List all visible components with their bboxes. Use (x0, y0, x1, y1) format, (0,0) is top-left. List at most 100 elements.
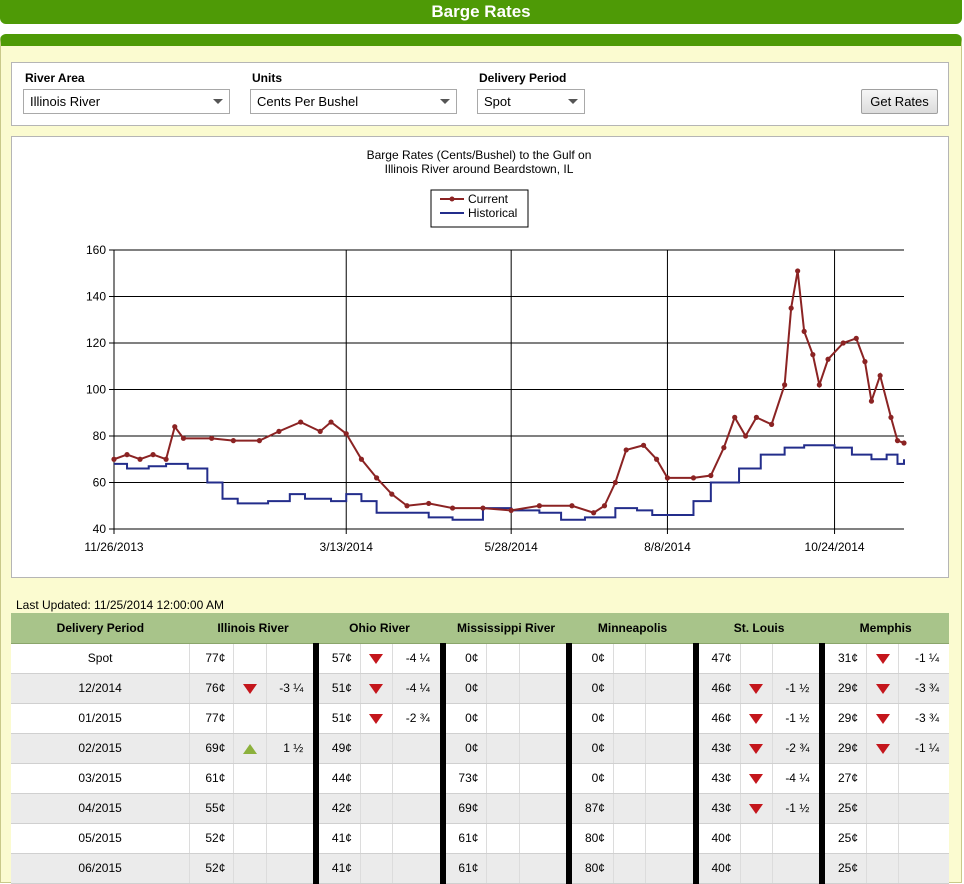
data-point-current (795, 268, 801, 274)
y-tick-label: 160 (86, 243, 106, 257)
arrow-down-icon (242, 683, 257, 694)
x-tick-label: 11/26/2013 (84, 540, 143, 554)
data-point-current (404, 503, 410, 509)
column-header: Minneapolis (569, 613, 696, 644)
rate-change-cell (898, 793, 949, 824)
river-area-select[interactable]: Illinois River (23, 89, 230, 114)
change-indicator-cell (359, 703, 393, 734)
y-tick-label: 40 (93, 522, 107, 536)
rate-value-cell: 47¢ (692, 643, 740, 674)
column-header: Delivery Period (11, 613, 190, 644)
rate-value-cell: 73¢ (439, 763, 487, 794)
rate-change-cell (518, 703, 570, 734)
rate-value-cell: 51¢ (313, 673, 361, 704)
units-value: Cents Per Bushel (257, 94, 359, 109)
rate-change-cell: -3 ¾ (898, 703, 949, 734)
data-point-current (840, 340, 846, 346)
rate-change-cell (771, 823, 823, 854)
delivery-period-value: Spot (484, 94, 511, 109)
change-indicator-cell (233, 643, 267, 674)
rate-value-cell: 87¢ (566, 793, 614, 824)
rate-change-cell (645, 853, 696, 884)
rate-change-cell (518, 763, 570, 794)
rate-value-cell: 44¢ (313, 763, 361, 794)
arrow-down-icon (875, 713, 890, 724)
data-point-current (612, 479, 618, 486)
rate-change-cell (518, 853, 570, 884)
rate-value-cell: 46¢ (692, 703, 740, 734)
data-point-current (150, 452, 156, 458)
rate-change-cell (265, 703, 317, 734)
legend-label-historical: Historical (468, 206, 517, 220)
rate-value-cell: 27¢ (819, 763, 867, 794)
change-indicator-cell (233, 703, 267, 734)
rate-change-cell (645, 673, 696, 704)
change-indicator-cell (486, 673, 520, 704)
arrow-down-icon (749, 743, 764, 754)
rate-change-cell (265, 823, 317, 854)
change-indicator-cell (865, 643, 899, 674)
page-title: Barge Rates (0, 0, 962, 24)
rate-value-cell: 49¢ (313, 733, 361, 764)
rate-value-cell: 0¢ (439, 703, 487, 734)
units-select[interactable]: Cents Per Bushel (250, 89, 457, 114)
data-point-current (111, 456, 117, 462)
rate-value-cell: 43¢ (692, 733, 740, 764)
get-rates-button[interactable]: Get Rates (861, 89, 938, 114)
change-indicator-cell (233, 763, 267, 794)
change-indicator-cell (612, 763, 646, 794)
x-tick-label: 10/24/2014 (805, 540, 865, 554)
data-point-current (801, 328, 807, 334)
data-point-current (894, 438, 901, 444)
chevron-down-icon (213, 99, 223, 104)
y-tick-label: 100 (86, 383, 106, 397)
y-tick-label: 120 (86, 336, 106, 350)
change-indicator-cell (359, 793, 393, 824)
rate-change-cell: -1 ¼ (898, 643, 949, 674)
change-indicator-cell (612, 643, 646, 674)
data-point-current (810, 352, 816, 358)
data-point-current (721, 445, 727, 451)
barge-rates-chart: Barge Rates (Cents/Bushel) to the Gulf o… (11, 136, 949, 578)
units-label: Units (252, 71, 282, 85)
data-point-current (389, 491, 395, 497)
change-indicator-cell (612, 853, 646, 884)
column-header: Memphis (822, 613, 949, 644)
rate-change-cell (265, 793, 317, 824)
rate-change-cell (898, 823, 949, 854)
delivery-period-cell: 03/2015 (11, 763, 190, 794)
rate-change-cell (265, 763, 317, 794)
rate-value-cell: 46¢ (692, 673, 740, 704)
rate-value-cell: 41¢ (313, 853, 361, 884)
change-indicator-cell (739, 823, 773, 854)
rate-value-cell: 52¢ (189, 823, 234, 854)
delivery-period-select[interactable]: Spot (477, 89, 585, 114)
rate-change-cell: -4 ¼ (392, 673, 443, 704)
change-indicator-cell (359, 673, 393, 704)
rate-change-cell: -2 ¾ (771, 733, 823, 764)
data-point-current (753, 414, 760, 420)
data-point-current (732, 414, 738, 420)
rate-value-cell: 40¢ (692, 853, 740, 884)
data-point-current (172, 424, 178, 430)
data-point-current (124, 452, 130, 458)
arrow-down-icon (749, 773, 764, 784)
data-point-current (888, 414, 894, 420)
data-point-current (536, 503, 542, 509)
rate-value-cell: 31¢ (819, 643, 867, 674)
delivery-period-cell: 06/2015 (11, 853, 190, 884)
arrow-down-icon (875, 683, 890, 694)
rate-change-cell (392, 793, 443, 824)
arrow-down-icon (749, 683, 764, 694)
data-point-current (298, 419, 304, 425)
rate-change-cell (645, 823, 696, 854)
change-indicator-cell (486, 733, 520, 764)
data-point-current (180, 435, 187, 441)
change-indicator-cell (739, 853, 773, 884)
data-point-current (769, 421, 775, 427)
data-point-current (816, 382, 822, 388)
data-point-current (480, 505, 486, 511)
change-indicator-cell (359, 643, 393, 674)
rate-value-cell: 69¢ (189, 733, 234, 764)
data-point-current (317, 428, 323, 434)
